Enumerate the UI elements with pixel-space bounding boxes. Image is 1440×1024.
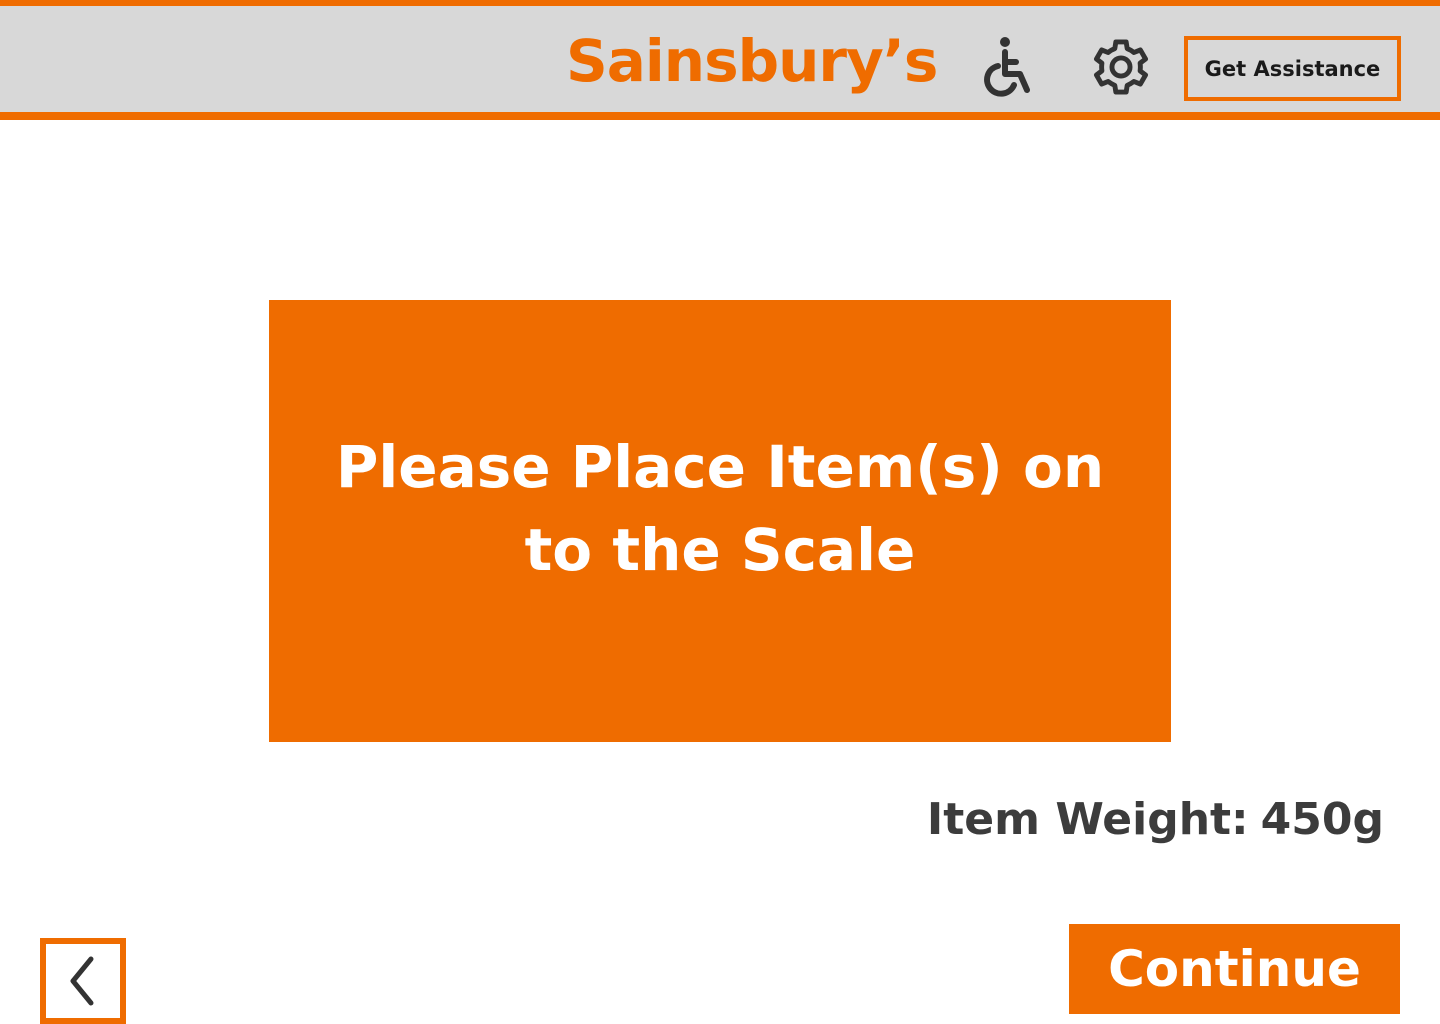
back-button[interactable]: [40, 938, 126, 1024]
chevron-left-icon: [70, 956, 94, 1006]
top-bar: Sainsbury’s Get Assistance: [0, 0, 1440, 120]
header: Sainsbury’s Get Assistance: [0, 6, 1440, 112]
item-weight-value: 450g: [1260, 794, 1384, 845]
settings-button[interactable]: [1088, 34, 1154, 100]
sainsburys-logo: Sainsbury’s: [566, 27, 938, 95]
gear-icon: [1094, 39, 1148, 95]
instruction-panel: Please Place Item(s) on to the Scale: [269, 300, 1171, 742]
instruction-text: Please Place Item(s) on to the Scale: [335, 433, 1105, 584]
item-weight-label: Item Weight:: [926, 794, 1249, 845]
item-weight: Item Weight: 450g: [927, 794, 1384, 845]
continue-button[interactable]: Continue: [1069, 924, 1400, 1014]
accessibility-button[interactable]: [974, 34, 1040, 100]
get-assistance-button[interactable]: Get Assistance: [1184, 36, 1401, 101]
wheelchair-icon: [984, 37, 1030, 97]
